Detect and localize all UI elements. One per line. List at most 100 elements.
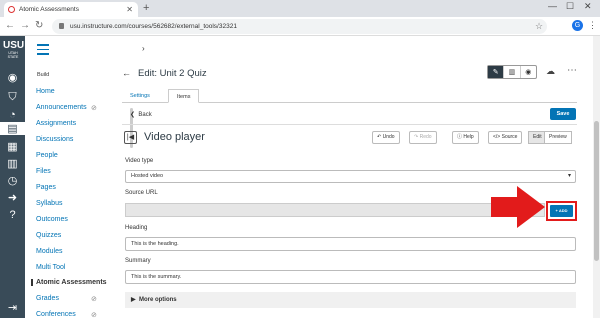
help-icon[interactable]: ? — [5, 208, 20, 221]
add-button[interactable]: + ADD — [550, 205, 573, 217]
course-nav: Build Home Announcements ⊘ Assignments Di… — [25, 36, 133, 319]
redo-button[interactable]: ↷ Redo — [409, 131, 437, 144]
breadcrumb-chevron-icon: › — [142, 44, 145, 53]
page-scrollbar[interactable] — [593, 36, 600, 318]
tab-bar: Settings Items — [122, 89, 577, 103]
nav-assignments[interactable]: Assignments — [36, 120, 76, 127]
back-link[interactable]: ❮ Back — [130, 111, 152, 118]
logo-text: USU — [3, 40, 25, 51]
course-section-label: Build — [37, 72, 50, 78]
nav-multi-tool[interactable]: Multi Tool — [36, 264, 65, 271]
browser-tabbar: Atomic Assessments ✕ + — ☐ ✕ — [0, 0, 600, 17]
global-nav: USU UTAH STATE ◉ ⛉ ◔ ▤ ▦ ▥ ◷ ➜ ? ⇥ — [0, 36, 25, 318]
more-options-toggle[interactable]: ▶ More options — [125, 292, 576, 308]
nav-label: Files — [36, 168, 51, 175]
url-text: usu.instructure.com/courses/562682/exter… — [70, 23, 237, 30]
minimize-icon[interactable]: — — [548, 1, 557, 11]
hamburger-menu-icon[interactable] — [37, 44, 49, 58]
nav-label: Atomic Assessments — [36, 279, 107, 286]
nav-label: Announcements — [36, 104, 87, 111]
nav-outcomes[interactable]: Outcomes — [36, 216, 68, 223]
lock-icon — [59, 23, 64, 29]
nav-home[interactable]: Home — [36, 88, 55, 95]
preview-eye-icon[interactable]: ◉ — [521, 66, 536, 78]
dashboard-icon[interactable]: ◔ — [5, 108, 20, 121]
courses-icon[interactable]: ▤ — [0, 122, 25, 135]
address-toolbar: ← → ↻ usu.instructure.com/courses/562682… — [0, 17, 600, 36]
account-icon[interactable]: ◉ — [5, 71, 20, 84]
tab-settings[interactable]: Settings — [122, 89, 158, 103]
back-label: Back — [138, 112, 152, 118]
help-label: Help — [463, 134, 474, 140]
favicon-icon — [8, 6, 15, 13]
nav-announcements[interactable]: Announcements ⊘ — [36, 104, 97, 112]
source-button[interactable]: </> Source — [488, 131, 523, 144]
nav-grades[interactable]: Grades ⊘ — [36, 295, 97, 303]
nav-label: Outcomes — [36, 216, 68, 223]
nav-people[interactable]: People — [36, 152, 58, 159]
save-button[interactable]: Save — [550, 108, 576, 120]
nav-label: Assignments — [36, 120, 77, 127]
page-title: Edit: Unit 2 Quiz — [138, 68, 207, 79]
heading-input[interactable]: This is the heading. — [125, 237, 576, 251]
nav-quizzes[interactable]: Quizzes — [36, 232, 61, 239]
video-type-select[interactable]: Hosted video ▾ — [125, 170, 576, 183]
hidden-eye-icon: ⊘ — [91, 296, 97, 303]
nav-label: Quizzes — [36, 232, 62, 239]
profile-avatar[interactable]: G — [572, 20, 583, 31]
back-nav-icon[interactable]: ← — [5, 20, 15, 31]
undo-label: Undo — [382, 134, 395, 140]
calendar-icon[interactable]: ▦ — [5, 140, 20, 153]
reload-icon[interactable]: ↻ — [35, 20, 43, 31]
heading-label: Heading — [125, 225, 148, 231]
nav-atomic-assessments[interactable]: Atomic Assessments — [31, 279, 107, 286]
back-arrow-icon[interactable]: ← — [122, 68, 131, 78]
summary-label: Summary — [125, 258, 151, 264]
nav-syllabus[interactable]: Syllabus — [36, 200, 62, 207]
help-button[interactable]: ⓘ Help — [452, 131, 479, 144]
browser-menu-icon[interactable]: ⋮ — [588, 20, 597, 31]
logo-subtext: UTAH STATE — [7, 51, 19, 59]
nav-discussions[interactable]: Discussions — [36, 136, 73, 143]
browser-tab[interactable]: Atomic Assessments ✕ — [4, 2, 138, 17]
chart-view-icon[interactable]: ▥ — [504, 66, 521, 78]
bookmark-star-icon[interactable]: ☆ — [535, 21, 543, 32]
summary-input[interactable]: This is the summary. — [125, 270, 576, 284]
nav-label: Discussions — [36, 136, 74, 143]
commons-icon[interactable]: ➜ — [5, 191, 20, 204]
nav-pages[interactable]: Pages — [36, 184, 56, 191]
close-tab-icon[interactable]: ✕ — [126, 5, 133, 14]
more-options-icon[interactable]: ⋯ — [567, 65, 577, 76]
history-icon[interactable]: ◷ — [5, 174, 20, 187]
video-type-value: Hosted video — [131, 173, 164, 179]
tab-items[interactable]: Items — [168, 89, 200, 103]
inbox-icon[interactable]: ▥ — [5, 157, 20, 170]
close-window-icon[interactable]: ✕ — [584, 1, 592, 12]
address-bar[interactable]: usu.instructure.com/courses/562682/exter… — [52, 19, 547, 34]
new-tab-icon[interactable]: + — [143, 2, 149, 14]
divider — [122, 124, 577, 125]
admin-icon[interactable]: ⛉ — [5, 91, 20, 104]
summary-value: This is the summary. — [131, 274, 182, 280]
preview-mode-button[interactable]: Preview — [544, 131, 572, 144]
red-arrow-annotation — [491, 186, 545, 228]
nav-files[interactable]: Files — [36, 168, 51, 175]
nav-conferences[interactable]: Conferences ⊘ — [36, 311, 97, 319]
nav-modules[interactable]: Modules — [36, 248, 62, 255]
nav-label: People — [36, 152, 58, 159]
maximize-icon[interactable]: ☐ — [566, 1, 574, 12]
widget-collapse-icon[interactable]: |◀ — [124, 131, 137, 144]
cloud-off-icon[interactable]: ☁ — [546, 66, 555, 77]
undo-button[interactable]: ↶ Undo — [372, 131, 400, 144]
source-url-field[interactable] — [125, 203, 545, 217]
collapse-nav-icon[interactable]: ⇥ — [5, 301, 20, 314]
view-mode-group: ✎ ▥ ◉ — [487, 65, 537, 79]
edit-pencil-icon[interactable]: ✎ — [488, 66, 505, 78]
dropdown-caret-icon: ▾ — [567, 173, 571, 179]
video-type-label: Video type — [125, 158, 154, 164]
add-button-highlight: + ADD — [546, 201, 577, 221]
source-label: Source — [501, 134, 518, 140]
nav-label: Multi Tool — [36, 264, 66, 271]
usu-logo[interactable]: USU UTAH STATE — [3, 40, 25, 62]
forward-nav-icon[interactable]: → — [20, 20, 30, 31]
